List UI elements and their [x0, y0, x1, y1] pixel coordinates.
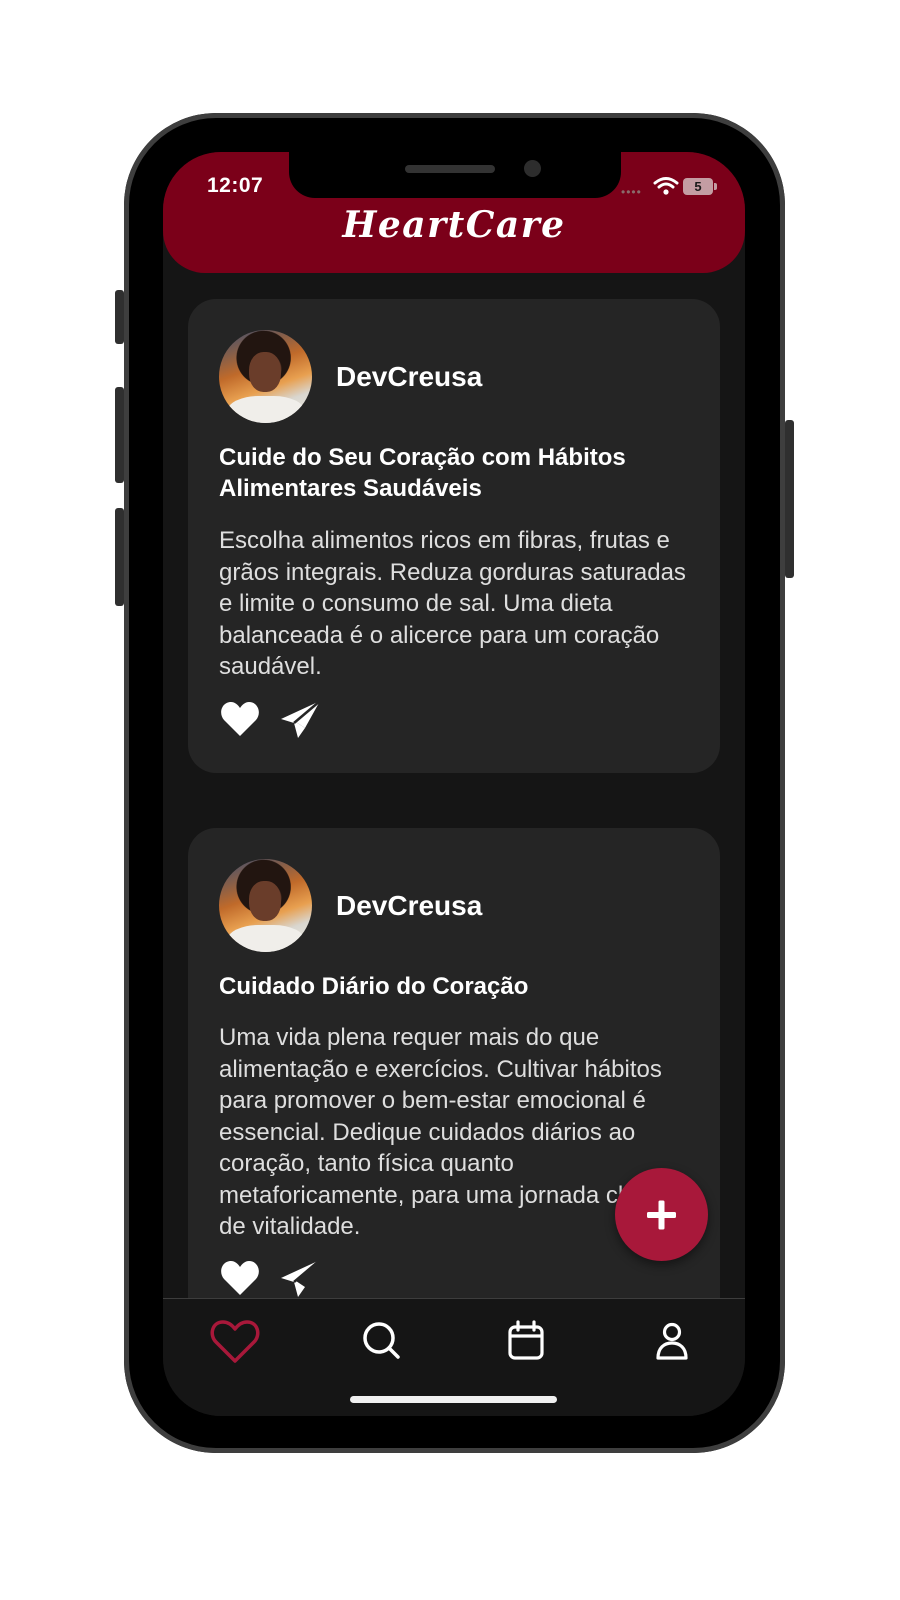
avatar-shirt: [227, 925, 305, 952]
wifi-icon: [653, 177, 679, 195]
device-notch: [289, 152, 621, 198]
status-indicators: •••• 5: [621, 174, 721, 199]
post-feed[interactable]: DevCreusa Cuide do Seu Coração com Hábit…: [163, 273, 745, 1298]
volume-up-button: [115, 387, 124, 483]
user-icon[interactable]: [644, 1313, 700, 1369]
heart-icon[interactable]: [219, 1258, 261, 1298]
post-body: Escolha alimentos ricos em fibras, fruta…: [219, 527, 686, 680]
app-screen: 12:07 •••• 5 HeartCare DevCreusa Cuide d…: [163, 152, 745, 1416]
calendar-icon[interactable]: [498, 1313, 554, 1369]
avatar[interactable]: [219, 330, 312, 423]
post-actions: [219, 699, 339, 741]
post-card: DevCreusa Cuide do Seu Coração com Hábit…: [188, 299, 720, 773]
author-name[interactable]: DevCreusa: [336, 361, 482, 393]
notch-camera: [524, 160, 541, 177]
power-button: [785, 420, 794, 578]
home-indicator[interactable]: [350, 1396, 557, 1403]
battery-tip: [714, 183, 717, 190]
post-title: Cuide do Seu Coração com Hábitos Aliment…: [219, 444, 626, 502]
volume-down-button: [115, 508, 124, 606]
send-icon[interactable]: [279, 1258, 323, 1298]
search-icon[interactable]: [354, 1313, 410, 1369]
send-icon[interactable]: [279, 699, 323, 741]
add-post-button[interactable]: [615, 1168, 708, 1261]
heart-outline-icon[interactable]: [207, 1313, 263, 1369]
avatar-face: [249, 881, 281, 921]
notch-speaker: [405, 165, 495, 173]
avatar[interactable]: [219, 859, 312, 952]
status-time: 12:07: [207, 174, 264, 197]
plus-icon: [647, 1200, 676, 1230]
author-name[interactable]: DevCreusa: [336, 890, 482, 922]
silent-switch: [115, 290, 124, 344]
heart-icon[interactable]: [219, 699, 261, 739]
avatar-shirt: [227, 396, 305, 423]
post-actions: [219, 1258, 339, 1298]
avatar-face: [249, 352, 281, 392]
app-title: HeartCare: [342, 204, 566, 246]
battery-icon: 5: [683, 178, 713, 195]
cellular-signal-icon: ••••: [621, 185, 642, 199]
post-title: Cuidado Diário do Coração: [219, 973, 529, 1000]
